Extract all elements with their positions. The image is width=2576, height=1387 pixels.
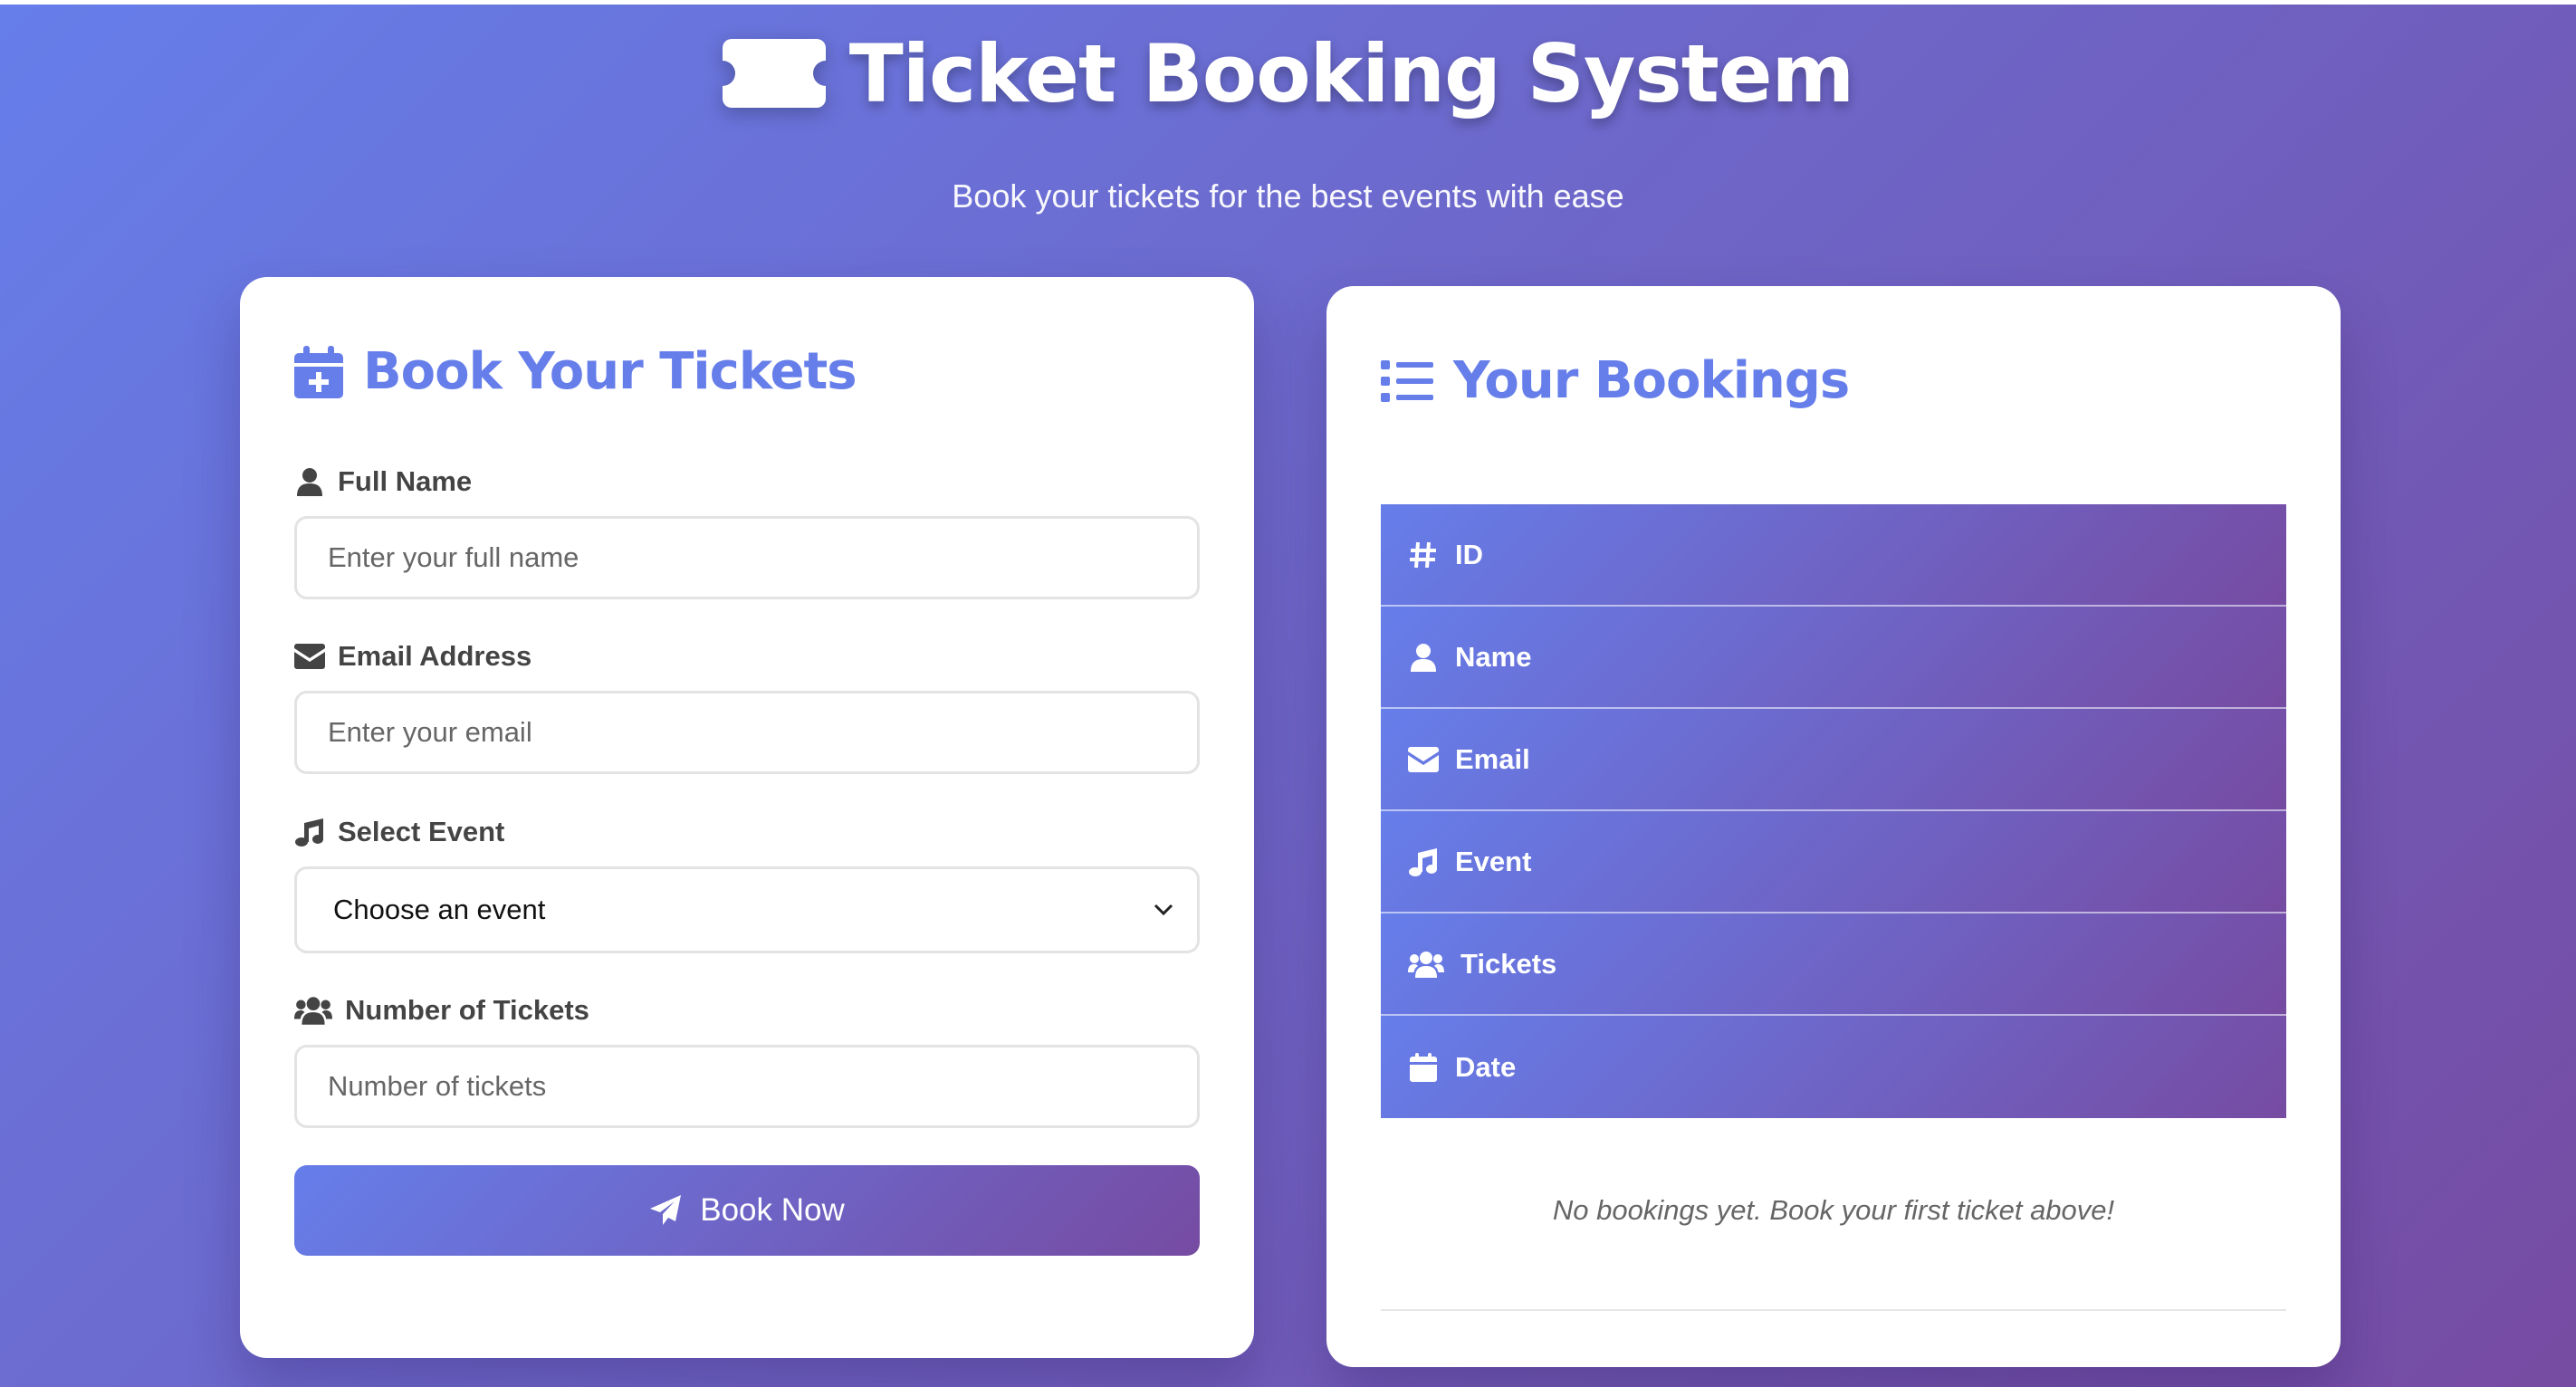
envelope-icon (294, 644, 325, 669)
user-icon (297, 468, 322, 496)
envelope-icon (1408, 746, 1439, 772)
column-header-label: Date (1455, 1050, 1517, 1083)
column-header-id[interactable]: ID (1381, 504, 2286, 607)
user-icon (1411, 643, 1436, 672)
table-divider (1381, 1309, 2286, 1311)
full-name-label: Full Name (294, 465, 472, 498)
booking-form-title-text: Book Your Tickets (363, 342, 857, 401)
column-header-label: Event (1455, 845, 1532, 877)
event-label-text: Select Event (338, 816, 505, 847)
calendar-plus-icon (294, 345, 343, 398)
page-title-text: Ticket Booking System (848, 26, 1854, 120)
users-icon (294, 997, 332, 1025)
top-border (0, 0, 2576, 5)
full-name-label-text: Full Name (338, 465, 473, 497)
book-now-button[interactable]: Book Now (294, 1165, 1200, 1256)
music-icon (295, 818, 323, 847)
bookings-title: Your Bookings (1381, 351, 1850, 410)
column-header-event[interactable]: Event (1381, 811, 2286, 914)
page-subtitle: Book your tickets for the best events wi… (952, 177, 1624, 215)
book-now-label: Book Now (700, 1192, 845, 1228)
page-header: Ticket Booking System Book your tickets … (0, 20, 2576, 215)
column-header-name[interactable]: Name (1381, 607, 2286, 709)
calendar-icon (1410, 1052, 1437, 1082)
ticket-icon (722, 39, 826, 108)
hash-icon (1410, 541, 1436, 568)
tickets-input[interactable] (294, 1045, 1200, 1128)
column-header-email[interactable]: Email (1381, 709, 2286, 811)
event-label: Select Event (294, 816, 504, 848)
event-select[interactable]: Choose an event (294, 866, 1200, 953)
email-label: Email Address (294, 640, 531, 673)
bookings-table: ID Name Email Event Tickets Date (1381, 504, 2286, 1118)
tickets-label: Number of Tickets (294, 994, 589, 1027)
booking-form-card: Book Your Tickets Full Name Email Addres… (240, 277, 1254, 1358)
column-header-label: ID (1455, 538, 1483, 570)
empty-bookings-message: No bookings yet. Book your first ticket … (1552, 1194, 2115, 1226)
email-label-text: Email Address (338, 640, 532, 672)
chevron-down-icon (1154, 904, 1173, 916)
page-title: Ticket Booking System (722, 20, 1854, 127)
bookings-card: Your Bookings ID Name Email Event Ticket… (1326, 286, 2341, 1367)
column-header-date[interactable]: Date (1381, 1016, 2286, 1118)
event-select-value: Choose an event (333, 894, 546, 925)
column-header-label: Email (1455, 742, 1530, 775)
full-name-input[interactable] (294, 516, 1200, 599)
column-header-label: Name (1455, 640, 1532, 673)
bookings-title-text: Your Bookings (1453, 351, 1850, 410)
column-header-tickets[interactable]: Tickets (1381, 914, 2286, 1016)
column-header-label: Tickets (1460, 947, 1557, 980)
email-input[interactable] (294, 691, 1200, 774)
paper-plane-icon (650, 1195, 682, 1225)
booking-form-title: Book Your Tickets (294, 342, 857, 401)
tickets-label-text: Number of Tickets (345, 994, 589, 1026)
music-icon (1409, 847, 1437, 876)
users-icon (1408, 951, 1444, 978)
list-icon (1381, 359, 1433, 402)
